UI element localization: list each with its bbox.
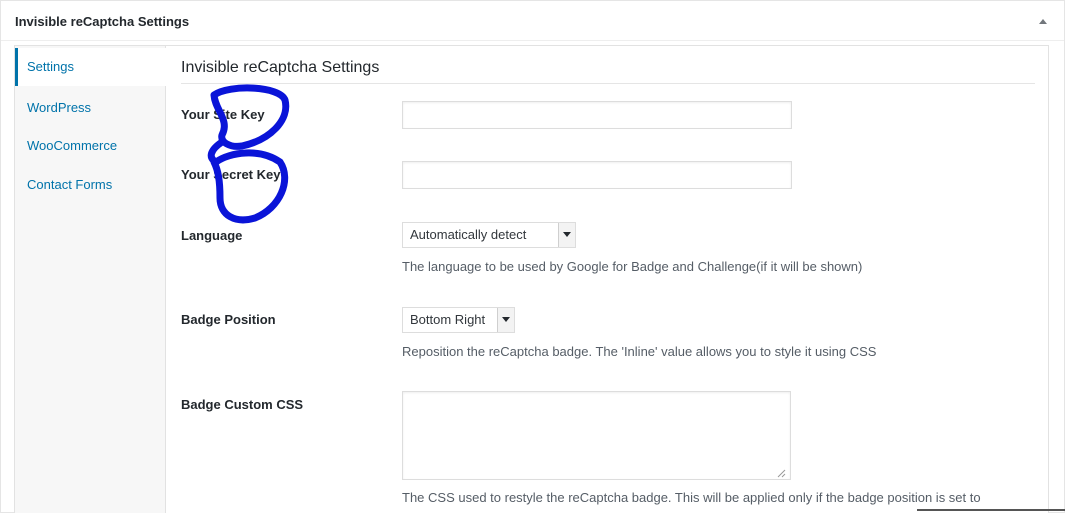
divider-line: [917, 509, 1065, 511]
tab-contact-forms[interactable]: Contact Forms: [15, 166, 166, 204]
tab-label: WooCommerce: [27, 138, 118, 153]
badge-css-description: The CSS used to restyle the reCaptcha ba…: [402, 490, 981, 505]
postbox-title: Invisible reCaptcha Settings: [15, 14, 190, 29]
site-key-input[interactable]: [402, 101, 792, 129]
badge-css-label: Badge Custom CSS: [181, 397, 304, 412]
section-divider: [181, 83, 1035, 84]
settings-content: Invisible reCaptcha Settings Your Site K…: [167, 46, 1047, 513]
resize-grip-icon[interactable]: [776, 466, 786, 478]
language-selected-value: Automatically detect: [410, 227, 527, 242]
badge-position-label: Badge Position: [181, 312, 276, 327]
tab-label: Contact Forms: [27, 177, 113, 192]
site-key-label: Your Site Key: [181, 107, 265, 122]
tab-woocommerce[interactable]: WooCommerce: [15, 127, 166, 165]
language-select[interactable]: Automatically detect: [402, 222, 576, 248]
chevron-down-icon[interactable]: [558, 223, 575, 247]
section-title: Invisible reCaptcha Settings: [181, 59, 380, 76]
postbox-header: Invisible reCaptcha Settings: [1, 1, 1064, 41]
badge-css-textarea[interactable]: [402, 391, 791, 480]
language-description: The language to be used by Google for Ba…: [402, 259, 863, 274]
settings-panel: Settings WordPress WooCommerce Contact F…: [14, 45, 1049, 513]
language-label: Language: [181, 228, 243, 243]
triangle-up-icon[interactable]: [1037, 15, 1049, 27]
secret-key-input[interactable]: [402, 161, 792, 189]
secret-key-label: Your Secret Key: [181, 167, 281, 182]
badge-position-description: Reposition the reCaptcha badge. The 'Inl…: [402, 344, 877, 359]
tab-wordpress[interactable]: WordPress: [15, 89, 166, 127]
tab-label: Settings: [27, 59, 74, 74]
tab-label: WordPress: [27, 100, 92, 115]
badge-position-selected-value: Bottom Right: [410, 312, 486, 327]
chevron-down-icon[interactable]: [497, 308, 514, 332]
tab-list: Settings WordPress WooCommerce Contact F…: [15, 46, 167, 513]
tab-settings[interactable]: Settings: [15, 48, 167, 86]
badge-position-select[interactable]: Bottom Right: [402, 307, 515, 333]
